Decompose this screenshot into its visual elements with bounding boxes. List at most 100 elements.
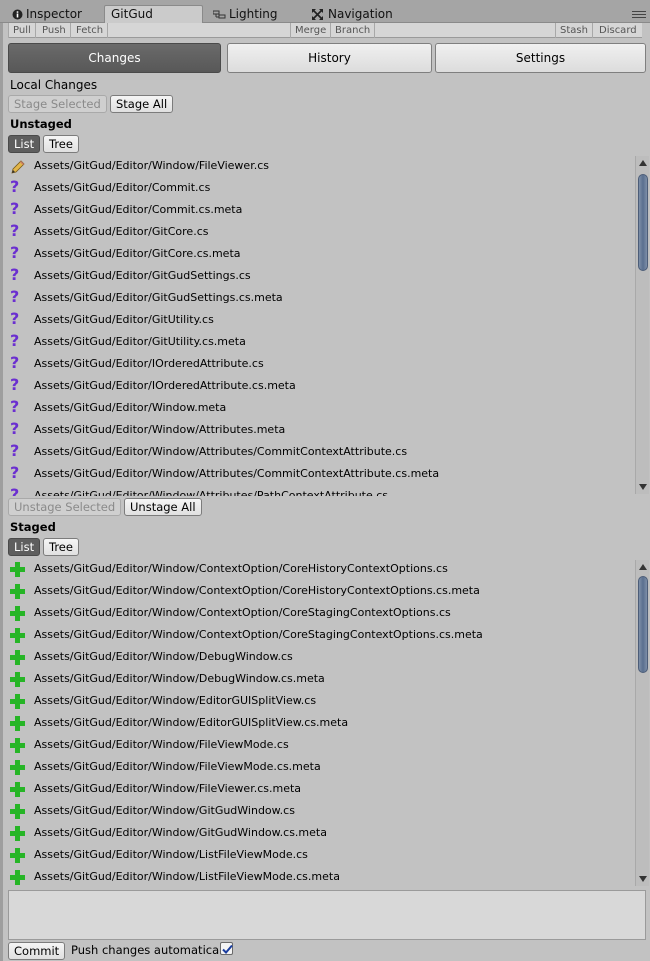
tab-inspector[interactable]: Inspector [12, 6, 82, 23]
file-row[interactable]: Assets/GitGud/Editor/Window/ContextOptio… [8, 580, 634, 602]
file-row[interactable]: Assets/GitGud/Editor/Window/DebugWindow.… [8, 646, 634, 668]
file-path: Assets/GitGud/Editor/GitGudSettings.cs [34, 269, 251, 282]
branch-button[interactable]: Branch [331, 23, 376, 38]
merge-button[interactable]: Merge [290, 23, 332, 38]
file-row[interactable]: Assets/GitGud/Editor/Window/EditorGUISpl… [8, 690, 634, 712]
staged-scrollbar[interactable] [635, 560, 649, 886]
staged-title: Staged [10, 520, 56, 534]
unstaged-list-toggle[interactable]: List [8, 135, 41, 153]
file-row[interactable]: ? Assets/GitGud/Editor/Window/Attributes.… [8, 419, 634, 441]
question-mark-icon: ? [10, 463, 20, 482]
plus-icon [10, 650, 25, 665]
file-row[interactable]: ? Assets/GitGud/Editor/Commit.cs [8, 177, 634, 199]
plus-icon [10, 606, 25, 621]
tab-label: GitGud [111, 7, 153, 21]
plus-icon [10, 870, 25, 885]
file-path: Assets/GitGud/Editor/Window/EditorGUISpl… [34, 694, 317, 707]
file-row[interactable]: ? Assets/GitGud/Editor/GitGudSettings.cs.… [8, 287, 634, 309]
file-row[interactable]: Assets/GitGud/Editor/Window/ListFileView… [8, 866, 634, 888]
file-path: Assets/GitGud/Editor/Window/FileViewMode… [34, 738, 289, 751]
file-row[interactable]: ? Assets/GitGud/Editor/Commit.cs.meta [8, 199, 634, 221]
stage-selected-button[interactable]: Stage Selected [8, 95, 107, 113]
file-path: Assets/GitGud/Editor/Window/DebugWindow.… [34, 672, 325, 685]
tab-menu-icon[interactable] [632, 11, 646, 19]
tab-gitgud[interactable]: GitGud [104, 5, 203, 24]
file-path: Assets/GitGud/Editor/Window/FileViewer.c… [34, 782, 302, 795]
changes-mode-button[interactable]: Changes [8, 43, 221, 73]
unstage-all-button[interactable]: Unstage All [124, 498, 202, 516]
staged-scroll-thumb[interactable] [638, 576, 648, 673]
push-automatically-label: Push changes automatical [71, 943, 223, 957]
info-icon [12, 9, 23, 20]
tab-lighting[interactable]: Lighting [212, 6, 278, 23]
staged-tree-toggle[interactable]: Tree [43, 538, 79, 556]
file-path: Assets/GitGud/Editor/Window/Attributes.m… [34, 423, 286, 436]
file-row[interactable]: Assets/GitGud/Editor/Window/FileViewMode… [8, 756, 634, 778]
file-row[interactable]: Assets/GitGud/Editor/Window/FileViewer.c… [8, 155, 634, 177]
file-row[interactable]: Assets/GitGud/Editor/Window/ContextOptio… [8, 558, 634, 580]
scroll-down-arrow-icon[interactable] [639, 876, 647, 882]
push-automatically-checkbox[interactable] [220, 942, 233, 955]
file-row[interactable]: Assets/GitGud/Editor/Window/GitGudWindow… [8, 822, 634, 844]
commit-message-input[interactable] [8, 890, 646, 940]
question-mark-icon: ? [10, 199, 20, 218]
file-path: Assets/GitGud/Editor/Window/ListFileView… [34, 848, 308, 861]
file-path: Assets/GitGud/Editor/Window/ContextOptio… [34, 628, 483, 641]
plus-icon [10, 628, 25, 643]
file-row[interactable]: Assets/GitGud/Editor/Window/DebugWindow.… [8, 668, 634, 690]
file-path: Assets/GitGud/Editor/Window/DebugWindow.… [34, 650, 293, 663]
file-row[interactable]: Assets/GitGud/Editor/Window/EditorGUISpl… [8, 712, 634, 734]
question-mark-icon: ? [10, 419, 20, 438]
file-path: Assets/GitGud/Editor/GitUtility.cs [34, 313, 214, 326]
fetch-button[interactable]: Fetch [72, 23, 109, 38]
question-mark-icon: ? [10, 265, 20, 284]
file-row[interactable]: Assets/GitGud/Editor/Window/GitGudWindow… [8, 800, 634, 822]
push-button[interactable]: Push [38, 23, 71, 38]
unstaged-scroll-thumb[interactable] [638, 174, 648, 271]
file-row[interactable]: ? Assets/GitGud/Editor/IOrderedAttribute.… [8, 375, 634, 397]
file-row[interactable]: ? Assets/GitGud/Editor/Window/Attributes/… [8, 463, 634, 485]
question-mark-icon: ? [10, 375, 20, 394]
file-row[interactable]: Assets/GitGud/Editor/Window/ContextOptio… [8, 624, 634, 646]
stash-button[interactable]: Stash [555, 23, 593, 38]
plus-icon [10, 782, 25, 797]
file-path: Assets/GitGud/Editor/Window/ContextOptio… [34, 562, 448, 575]
file-row[interactable]: ? Assets/GitGud/Editor/Window.meta [8, 397, 634, 419]
question-mark-icon: ? [10, 397, 20, 416]
unstaged-scrollbar[interactable] [635, 156, 649, 494]
file-row[interactable]: Assets/GitGud/Editor/Window/ContextOptio… [8, 602, 634, 624]
file-row[interactable]: ? Assets/GitGud/Editor/GitCore.cs.meta [8, 243, 634, 265]
file-row[interactable]: Assets/GitGud/Editor/Window/ListFileView… [8, 844, 634, 866]
file-path: Assets/GitGud/Editor/GitCore.cs [34, 225, 209, 238]
file-row[interactable]: Assets/GitGud/Editor/Window/FileViewer.c… [8, 778, 634, 800]
file-row[interactable]: Assets/GitGud/Editor/Window/FileViewMode… [8, 734, 634, 756]
scroll-down-arrow-icon[interactable] [639, 484, 647, 490]
file-row[interactable]: ? Assets/GitGud/Editor/Window/Attributes/… [8, 485, 634, 497]
question-mark-icon: ? [10, 309, 20, 328]
question-mark-icon: ? [10, 331, 20, 350]
file-row[interactable]: ? Assets/GitGud/Editor/GitGudSettings.cs [8, 265, 634, 287]
settings-mode-button[interactable]: Settings [435, 43, 646, 73]
scroll-up-arrow-icon[interactable] [639, 160, 647, 166]
staged-list-toggle[interactable]: List [8, 538, 41, 556]
commit-button[interactable]: Commit [8, 942, 66, 960]
discard-button[interactable]: Discard [595, 23, 641, 38]
tab-label: Lighting [229, 7, 278, 21]
stage-all-button[interactable]: Stage All [110, 95, 174, 113]
plus-icon [10, 716, 25, 731]
unstage-selected-button[interactable]: Unstage Selected [8, 498, 122, 516]
history-mode-button[interactable]: History [227, 43, 432, 73]
file-row[interactable]: ? Assets/GitGud/Editor/IOrderedAttribute.… [8, 353, 634, 375]
pull-button[interactable]: Pull [8, 23, 36, 38]
file-path: Assets/GitGud/Editor/Commit.cs.meta [34, 203, 243, 216]
file-path: Assets/GitGud/Editor/Window/GitGudWindow… [34, 804, 295, 817]
file-row[interactable]: ? Assets/GitGud/Editor/GitUtility.cs.meta [8, 331, 634, 353]
unstaged-tree-toggle[interactable]: Tree [43, 135, 79, 153]
file-path: Assets/GitGud/Editor/IOrderedAttribute.c… [34, 379, 296, 392]
scroll-up-arrow-icon[interactable] [639, 564, 647, 570]
file-row[interactable]: ? Assets/GitGud/Editor/GitCore.cs [8, 221, 634, 243]
file-row[interactable]: ? Assets/GitGud/Editor/GitUtility.cs [8, 309, 634, 331]
tab-navigation[interactable]: Navigation [312, 6, 393, 23]
question-mark-icon: ? [10, 243, 20, 262]
file-row[interactable]: ? Assets/GitGud/Editor/Window/Attributes/… [8, 441, 634, 463]
